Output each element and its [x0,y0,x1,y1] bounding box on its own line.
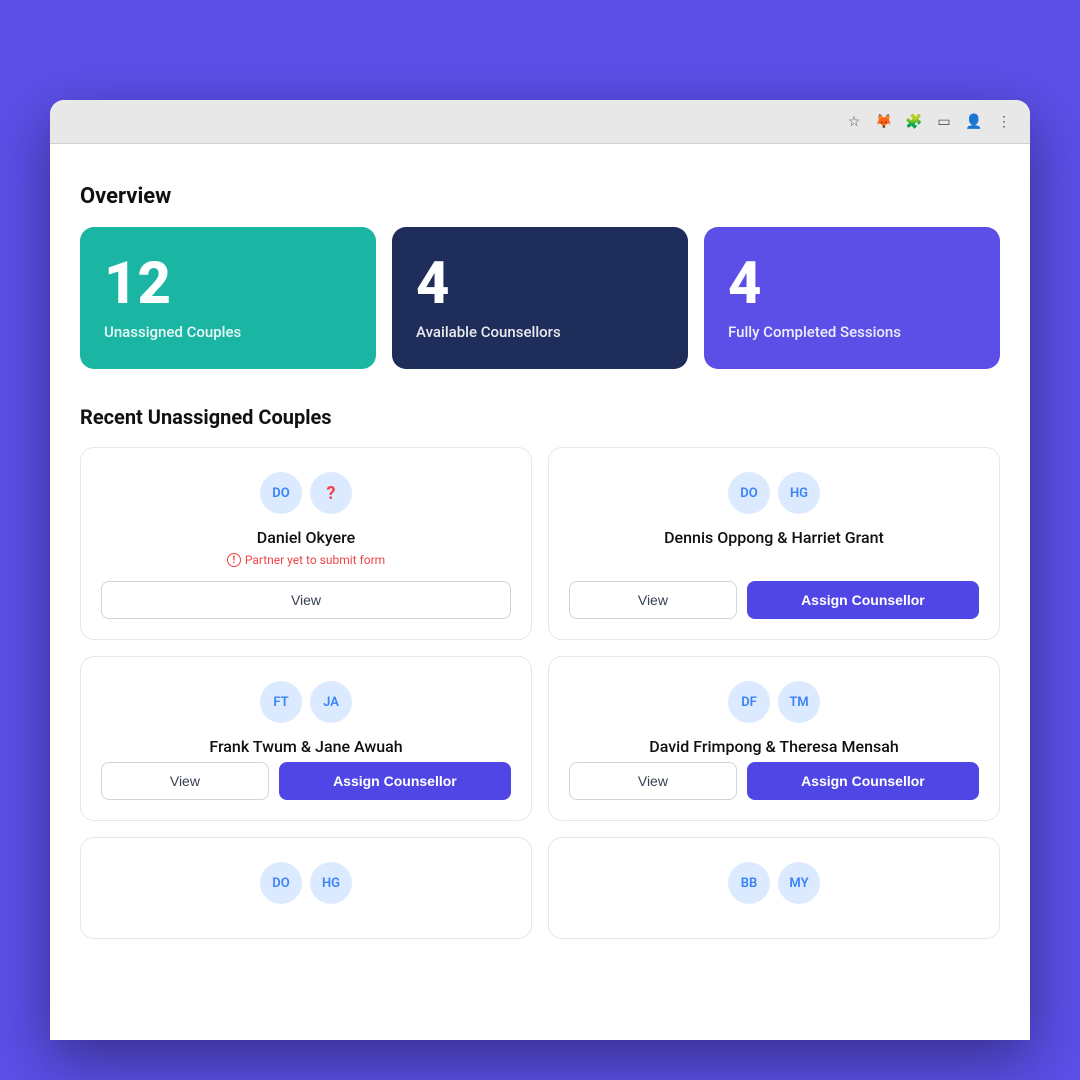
assign-button-2[interactable]: Assign Counsellor [747,581,979,619]
avatars-row-1: DO ? [260,472,352,514]
bookmark-icon[interactable]: ☆ [844,112,864,132]
stats-grid: 12 Unassigned Couples 4 Available Counse… [80,227,1000,369]
stat-card-sessions: 4 Fully Completed Sessions [704,227,1000,369]
couples-grid: DO ? Daniel Okyere ! Partner yet to subm… [80,447,1000,939]
avatar-do-5: DO [260,862,302,904]
avatar-hg-5: HG [310,862,352,904]
view-button-4[interactable]: View [569,762,737,800]
avatar-icon[interactable]: 👤 [964,112,984,132]
avatar-ja-3: JA [310,681,352,723]
partner-warning-1: ! Partner yet to submit form [227,553,385,567]
card-actions-4: View Assign Counsellor [569,762,979,800]
view-button-3[interactable]: View [101,762,269,800]
overview-title: Overview [80,184,1000,209]
avatars-row-2: DO HG [728,472,820,514]
avatar-ft-3: FT [260,681,302,723]
tab-icon[interactable]: ▭ [934,112,954,132]
warning-text-1: Partner yet to submit form [245,553,385,567]
stat-card-counsellors: 4 Available Counsellors [392,227,688,369]
browser-window: ☆ 🦊 🧩 ▭ 👤 ⋮ Overview 12 Unassigned Coupl… [50,100,1030,1040]
stat-number-counsellors: 4 [416,255,664,313]
extension-icon[interactable]: 🧩 [904,112,924,132]
assign-button-4[interactable]: Assign Counsellor [747,762,979,800]
avatar-do-2: DO [728,472,770,514]
avatar-my-6: MY [778,862,820,904]
stat-number-unassigned: 12 [104,255,352,313]
couple-card-4: DF TM David Frimpong & Theresa Mensah Vi… [548,656,1000,821]
avatar-do-1: DO [260,472,302,514]
avatar-unknown: ? [310,472,352,514]
couple-card-1: DO ? Daniel Okyere ! Partner yet to subm… [80,447,532,640]
avatar-tm-4: TM [778,681,820,723]
view-button-1[interactable]: View [101,581,511,619]
avatars-row-4: DF TM [728,681,820,723]
stat-label-unassigned: Unassigned Couples [104,323,352,341]
couple-card-3: FT JA Frank Twum & Jane Awuah View Assig… [80,656,532,821]
stat-label-counsellors: Available Counsellors [416,323,664,341]
browser-content: Overview 12 Unassigned Couples 4 Availab… [50,144,1030,1040]
couple-card-6: BB MY [548,837,1000,939]
avatars-row-6: BB MY [728,862,820,904]
menu-icon[interactable]: ⋮ [994,112,1014,132]
card-actions-2: View Assign Counsellor [569,581,979,619]
couple-name-1: Daniel Okyere [257,528,355,547]
avatar-df-4: DF [728,681,770,723]
avatar-hg-2: HG [778,472,820,514]
couple-card-5: DO HG [80,837,532,939]
card-actions-1: View [101,581,511,619]
stat-number-sessions: 4 [728,255,976,313]
couple-card-2: DO HG Dennis Oppong & Harriet Grant View… [548,447,1000,640]
warning-icon-1: ! [227,553,241,567]
assign-button-3[interactable]: Assign Counsellor [279,762,511,800]
couple-name-4: David Frimpong & Theresa Mensah [649,737,898,756]
stat-label-sessions: Fully Completed Sessions [728,323,976,341]
couple-name-3: Frank Twum & Jane Awuah [209,737,402,756]
recent-section-title: Recent Unassigned Couples [80,405,1000,429]
view-button-2[interactable]: View [569,581,737,619]
avatars-row-3: FT JA [260,681,352,723]
card-actions-3: View Assign Counsellor [101,762,511,800]
firefox-icon[interactable]: 🦊 [874,112,894,132]
stat-card-unassigned: 12 Unassigned Couples [80,227,376,369]
avatar-bb-6: BB [728,862,770,904]
couple-name-2: Dennis Oppong & Harriet Grant [664,528,884,547]
avatars-row-5: DO HG [260,862,352,904]
browser-toolbar: ☆ 🦊 🧩 ▭ 👤 ⋮ [50,100,1030,144]
